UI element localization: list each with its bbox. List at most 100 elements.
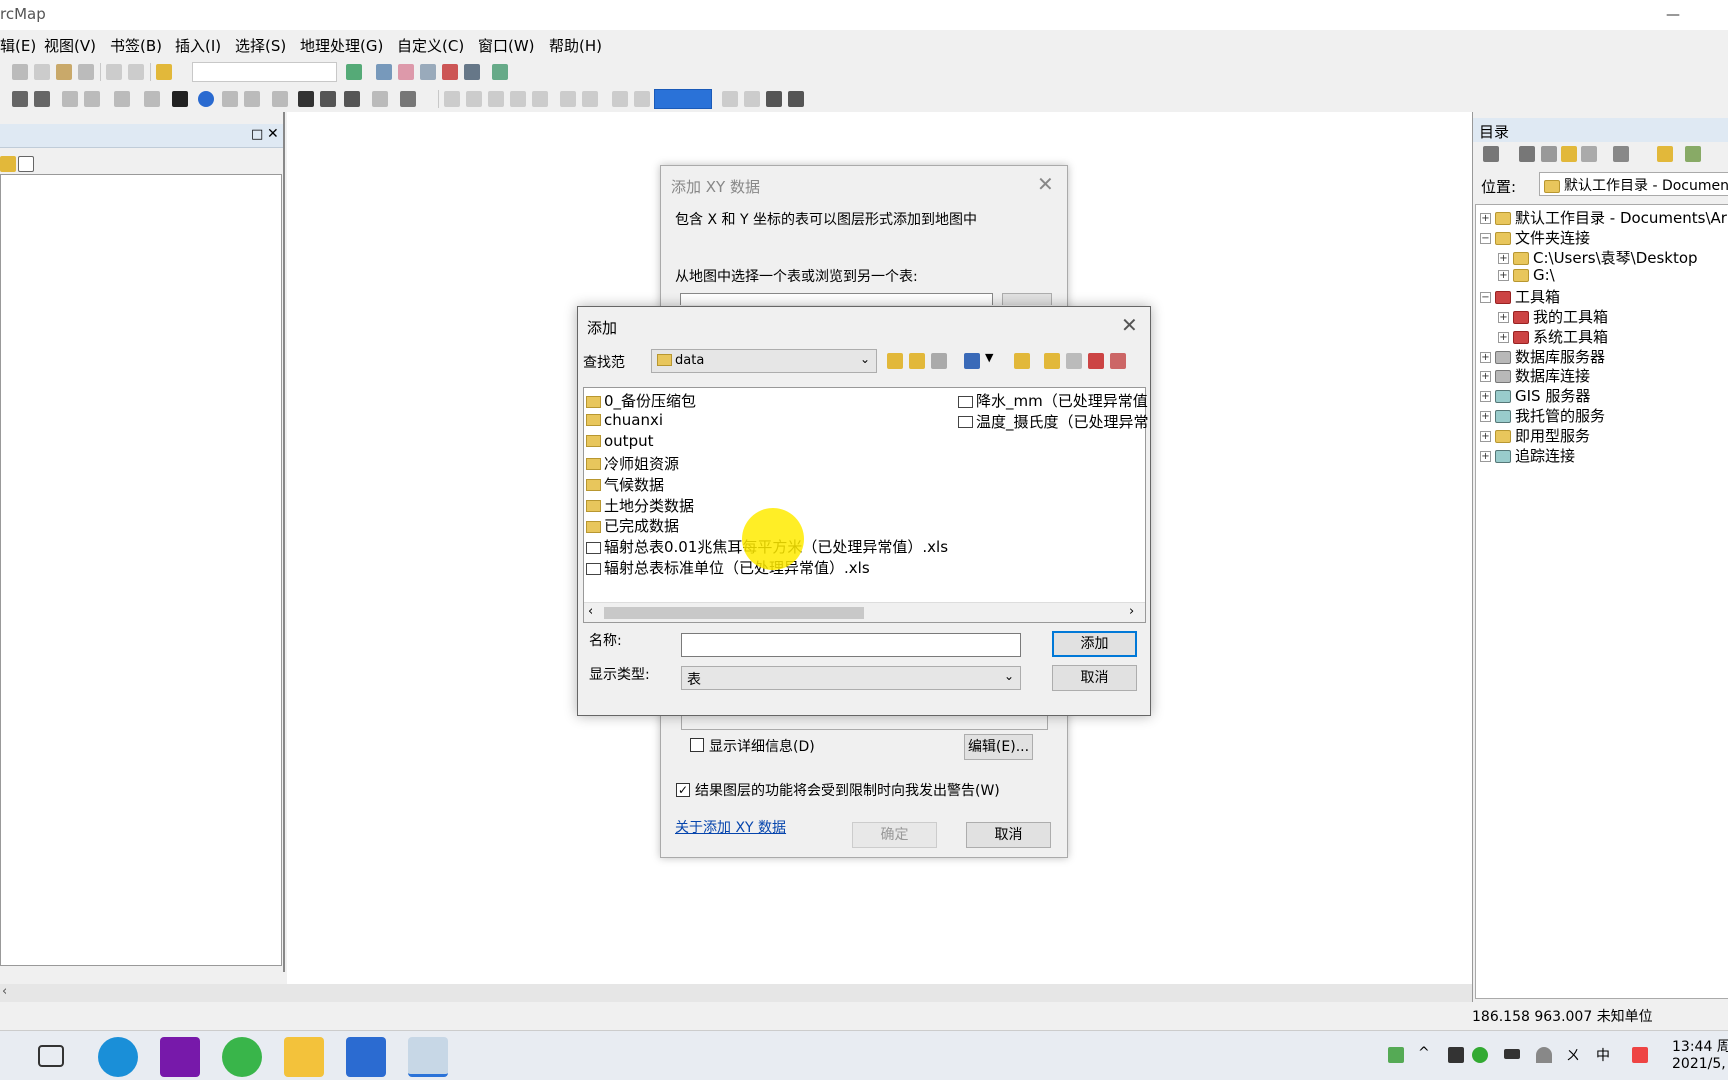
scroll-thumb[interactable] [604,607,864,619]
python-window-icon[interactable] [464,64,480,80]
redo-icon[interactable] [128,64,144,80]
expand-icon[interactable]: + [1480,213,1491,224]
catalog-tree-item[interactable]: + 我托管的服务 [1480,405,1605,425]
edge-icon[interactable] [98,1037,138,1077]
view-options-icon[interactable] [1613,146,1629,162]
microphone-icon[interactable] [1448,1047,1464,1063]
ime-indicator[interactable]: 中 [1596,1045,1610,1065]
file-list-item[interactable]: 冷师姐资源 [586,453,679,473]
menu-bookmarks[interactable]: 书签(B) [110,35,162,56]
focus-data-frame-icon[interactable] [744,91,760,107]
clear-selection-icon[interactable] [144,91,160,107]
html-popup-icon[interactable] [244,91,260,107]
browser-icon[interactable] [222,1037,262,1077]
edit-button[interactable]: 编辑(E)... [964,734,1033,760]
file-list-item[interactable]: output [586,432,653,452]
zoom-in-icon[interactable] [444,91,460,107]
toggle-draft-mode-icon[interactable] [722,91,738,107]
expand-icon[interactable]: + [1480,371,1491,383]
identify-icon[interactable] [198,91,214,107]
arctoolbox-icon[interactable] [442,64,458,80]
time-slider-icon[interactable] [372,91,388,107]
data-driven-pages-icon[interactable] [788,91,804,107]
paste-icon[interactable] [56,64,72,80]
collapse-icon[interactable]: − [1480,232,1491,244]
folder-connections-icon[interactable] [1044,353,1060,369]
menu-insert[interactable]: 插入(I) [175,35,221,56]
wps-writer-icon[interactable] [346,1037,386,1077]
table-of-contents-icon[interactable] [376,64,392,80]
catalog-tree-item[interactable]: + 数据库服务器 [1480,346,1605,366]
previous-extent-icon[interactable] [612,91,628,107]
chevron-down-icon[interactable]: ▼ [985,351,993,364]
catalog-tree-item[interactable]: − 文件夹连接 [1480,227,1590,247]
scroll-right-icon[interactable]: › [1129,604,1134,619]
map-horizontal-scrollbar[interactable]: ‹ [0,984,1472,1002]
catalog-tree-item[interactable]: − 工具箱 [1480,286,1560,306]
catalog-tree-item[interactable]: + 数据库连接 [1480,365,1590,385]
close-icon[interactable]: ✕ [1121,313,1138,337]
menu-help[interactable]: 帮助(H) [549,35,602,56]
zoom-out-icon[interactable] [466,91,482,107]
back-icon[interactable] [1483,146,1499,162]
connect-folder-icon[interactable] [931,353,947,369]
expand-icon[interactable]: + [1480,411,1491,422]
volume-icon[interactable]: ㄨ [1566,1045,1580,1065]
file-list-item[interactable]: 土地分类数据 [586,495,694,515]
add-button[interactable]: 添加 [1052,631,1137,657]
show-details-checkbox[interactable] [690,738,704,752]
cancel-button[interactable]: 取消 [966,822,1051,848]
map-scale-combo[interactable] [192,62,337,82]
up-one-level-icon[interactable] [887,353,903,369]
find-route-icon[interactable] [320,91,336,107]
hyperlink-icon[interactable] [222,91,238,107]
zoom-whole-page-icon[interactable] [532,91,548,107]
toggle-contents-icon[interactable] [1685,146,1701,162]
catalog-window-icon[interactable] [398,64,414,80]
about-link[interactable]: 关于添加 XY 数据 [675,817,786,837]
select-features-icon[interactable] [114,91,130,107]
file-list-item[interactable]: 气候数据 [586,474,664,494]
delete-icon[interactable] [78,64,94,80]
cut-icon[interactable] [12,64,28,80]
zoom-100-icon[interactable] [560,91,576,107]
catalog-tree-item[interactable]: + C:\Users\袁琴\Desktop [1498,247,1698,267]
layout-zoom-combo[interactable] [654,89,712,109]
minimize-button[interactable]: — [1650,2,1696,28]
menu-windows[interactable]: 窗口(W) [478,35,535,56]
create-viewer-icon[interactable] [400,91,416,107]
task-view-icon[interactable] [38,1045,64,1067]
catalog-tree-item[interactable]: + GIS 服务器 [1480,385,1590,405]
catalog-tree-item[interactable]: + 追踪连接 [1480,445,1575,465]
change-layout-icon[interactable] [766,91,782,107]
catalog-tree-item[interactable]: + 默认工作目录 - Documents\Ar [1480,207,1727,227]
file-list-scrollbar[interactable]: ‹ › [584,602,1145,622]
browse-table-button[interactable] [1002,293,1052,305]
clock-date[interactable]: 2021/5, [1672,1056,1726,1072]
expand-icon[interactable]: + [1498,331,1509,343]
refresh-icon[interactable] [1581,146,1597,162]
menu-view[interactable]: 视图(V) [44,35,96,56]
measure-icon[interactable] [272,91,288,107]
file-list-item[interactable]: 已完成数据 [586,515,679,535]
find-icon[interactable] [298,91,314,107]
catalog-tree-item[interactable]: + 系统工具箱 [1498,326,1608,346]
editor-icon[interactable] [346,64,362,80]
close-panel-icon[interactable]: ✕ [267,126,279,142]
file-list-item[interactable]: 降水_mm（已处理异常值 [958,390,1148,410]
server-icon[interactable] [1110,353,1126,369]
new-folder-icon[interactable] [1014,353,1030,369]
file-list-item[interactable]: 0_备份压缩包 [586,390,696,410]
search-window-icon[interactable] [420,64,436,80]
arcmap-icon[interactable] [408,1037,448,1077]
menu-customize[interactable]: 自定义(C) [397,35,464,56]
model-builder-icon[interactable] [492,64,508,80]
fixed-zoom-icon[interactable] [34,91,50,107]
maximize-panel-icon[interactable]: □ [251,127,263,142]
cancel-button[interactable]: 取消 [1052,665,1137,691]
menu-selection[interactable]: 选择(S) [235,35,286,56]
expand-icon[interactable]: + [1480,391,1491,403]
database-icon[interactable] [1066,353,1082,369]
back-icon[interactable] [62,91,78,107]
menu-edit[interactable]: 辑(E) [0,35,36,56]
